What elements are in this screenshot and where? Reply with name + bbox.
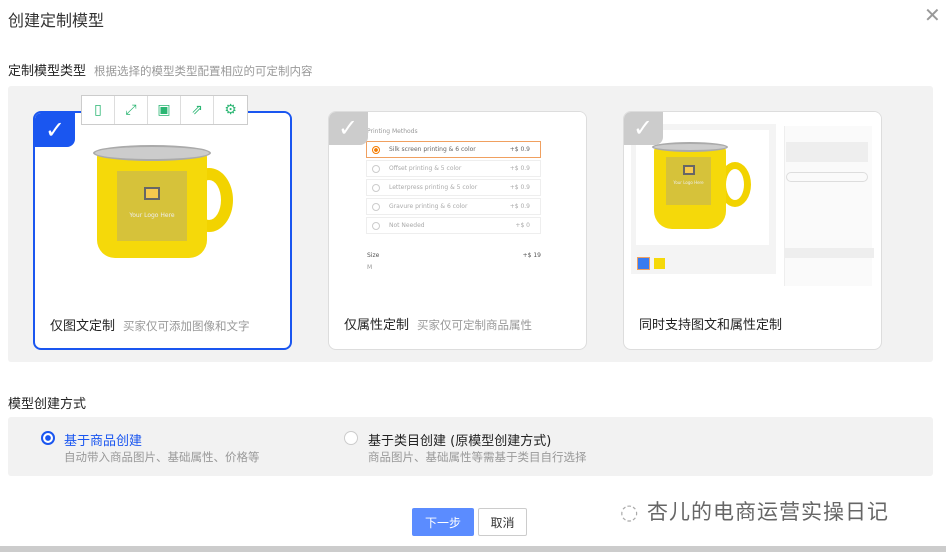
model-type-hint: 根据选择的模型类型配置相应的可定制内容: [94, 64, 313, 78]
card-both[interactable]: ✓ Your Logo Here 同时支持图文和属性定制: [623, 111, 882, 350]
preview-option: Not Needed +$ 0: [366, 217, 541, 234]
card-label: 同时支持图文和属性定制: [639, 314, 782, 333]
card-image-text[interactable]: ✓ Your Logo Here 仅图文定制 买家仅可添加图像和文字: [33, 111, 292, 350]
card-attribute[interactable]: ✓ Printing Methods Silk screen printing …: [328, 111, 587, 350]
expand-icon[interactable]: ⤢: [115, 96, 148, 124]
option-desc: 自动带入商品图片、基础属性、价格等: [64, 450, 260, 464]
scrollbar[interactable]: [0, 546, 946, 552]
radio-product-based[interactable]: [41, 431, 55, 445]
preview-option: Silk screen printing & 6 color +$ 0.9: [366, 141, 541, 158]
card-title: 同时支持图文和属性定制: [639, 318, 783, 333]
preview-size-value: M: [367, 264, 373, 271]
image-icon: [144, 187, 160, 200]
preview-option: Offset printing & 5 color +$ 0.9: [366, 160, 541, 177]
close-icon[interactable]: ✕: [924, 3, 941, 27]
preview-option: Letterpress printing & 5 color +$ 0.9: [366, 179, 541, 196]
card-title: 仅属性定制: [344, 318, 410, 333]
model-type-section: 定制模型类型 根据选择的模型类型配置相应的可定制内容: [8, 60, 313, 79]
card-title: 仅图文定制: [50, 319, 116, 334]
watermark: ◌ 杏儿的电商运营实操日记: [620, 500, 889, 524]
save-icon[interactable]: ▣: [148, 96, 181, 124]
option-title[interactable]: 基于类目创建 (原模型创建方式): [368, 430, 551, 449]
cancel-button[interactable]: 取消: [478, 508, 527, 536]
image-toolbar: ▯ ⤢ ▣ ⇗ ⚙: [81, 95, 248, 125]
option-title[interactable]: 基于商品创建: [64, 430, 142, 449]
wechat-icon: ◌: [620, 500, 647, 524]
check-icon: ✓: [624, 112, 663, 145]
radio-category-based[interactable]: [344, 431, 358, 445]
card-desc: 买家仅可定制商品属性: [417, 318, 533, 332]
dialog-title: 创建定制模型: [8, 11, 105, 30]
preview-heading: Printing Methods: [367, 128, 418, 135]
next-button[interactable]: 下一步: [412, 508, 474, 536]
logo-text: Your Logo Here: [129, 212, 175, 219]
check-icon: ✓: [35, 113, 75, 147]
creation-label: 模型创建方式: [8, 397, 87, 412]
card-label: 仅图文定制 买家仅可添加图像和文字: [50, 315, 250, 334]
check-icon: ✓: [329, 112, 368, 145]
model-type-label: 定制模型类型: [8, 64, 87, 79]
settings-icon[interactable]: ⚙: [214, 96, 247, 124]
preview-option: Gravure printing & 6 color +$ 0.9: [366, 198, 541, 215]
preview-size: Size +$ 19: [367, 252, 541, 259]
image-icon: [682, 165, 695, 175]
option-desc: 商品图片、基础属性等需基于类目自行选择: [368, 450, 587, 464]
share-icon[interactable]: ⇗: [181, 96, 214, 124]
card-desc: 买家仅可添加图像和文字: [123, 319, 250, 333]
tablet-icon[interactable]: ▯: [82, 96, 115, 124]
card-label: 仅属性定制 买家仅可定制商品属性: [344, 314, 532, 333]
